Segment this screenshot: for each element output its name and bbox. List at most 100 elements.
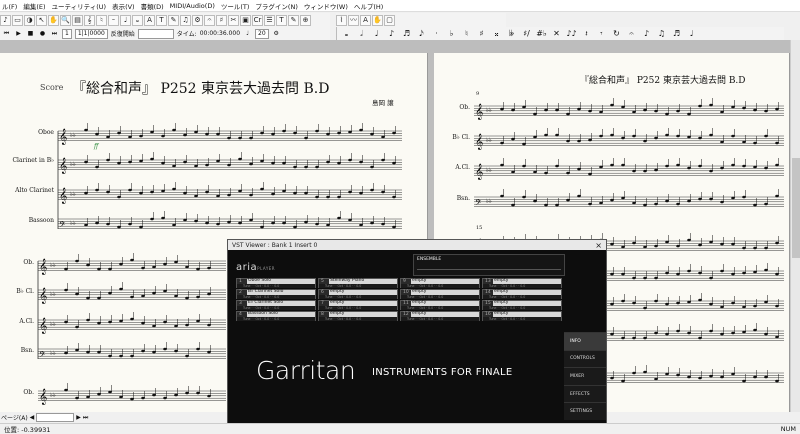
tool-icon[interactable]: ♪ <box>0 14 11 26</box>
tool-icon[interactable]: ♫ <box>180 14 191 26</box>
tempo-field[interactable]: 20 <box>255 28 269 39</box>
tool-icon[interactable]: ♪♪ <box>566 29 577 38</box>
tool-icon[interactable]: 🔍 <box>60 14 71 26</box>
tool-icon[interactable]: ⌇ <box>336 14 347 26</box>
play-button[interactable]: ▶ <box>14 29 23 38</box>
tool-icon[interactable]: 𝅘𝅥𝅯 <box>416 29 427 39</box>
tool-icon[interactable]: ↖ <box>36 14 47 26</box>
instrument-slot[interactable]: 3 E♭ Clarinet Solo Tune · · Oct · 0.0 · · … <box>236 300 316 310</box>
tool-icon[interactable]: ♬ <box>671 29 682 38</box>
tool-icon[interactable]: ♪ <box>641 29 652 38</box>
tool-icon[interactable]: ✋ <box>372 14 383 26</box>
tool-icon[interactable]: 𝄽 <box>581 29 592 39</box>
tool-icon[interactable]: 〰 <box>348 14 359 26</box>
tool-icon[interactable]: ♯ <box>476 29 487 38</box>
instrument-slot[interactable]: 6 empty Tune · · Oct · 0.0 · · 0.0 <box>318 289 398 299</box>
settings-icon[interactable]: ⚙ <box>272 29 281 38</box>
close-icon[interactable]: × <box>595 241 602 250</box>
tool-icon[interactable]: A <box>360 14 371 26</box>
tool-icon[interactable]: ♪ <box>386 29 397 38</box>
instrument-slot[interactable]: 1 Oboe Solo Tune · · Oct · 0.0 · · 0.0 <box>236 278 316 288</box>
instrument-slot[interactable]: 12 empty Tune · · Oct · 0.0 · · 0.0 <box>400 311 480 321</box>
rewind-button[interactable]: ⏮ <box>2 29 11 38</box>
tool-icon[interactable]: 𝄪 <box>491 29 502 39</box>
instrument-slot[interactable]: 14 empty Tune · · Oct · 0.0 · · 0.0 <box>482 289 562 299</box>
menu-utilities[interactable]: ユーティリティ(U) <box>52 1 107 11</box>
tool-icon[interactable]: ♩ <box>371 29 382 38</box>
tool-icon[interactable]: 𝄼 <box>108 14 119 26</box>
tool-icon[interactable]: ♮ <box>461 29 472 38</box>
tool-icon[interactable]: 𝄪 <box>132 14 143 26</box>
menu-file[interactable]: ル(F) <box>2 1 17 11</box>
tool-icon[interactable]: ♭ <box>446 29 457 38</box>
tool-icon[interactable]: ♫ <box>656 29 667 38</box>
instrument-slot[interactable]: 2 B♭ Clarinet Solo Tune · · Oct · 0.0 · · … <box>236 289 316 299</box>
instrument-slot[interactable]: 8 empty Tune · · Oct · 0.0 · · 0.0 <box>318 311 398 321</box>
instrument-slot[interactable]: 11 empty Tune · · Oct · 0.0 · · 0.0 <box>400 300 480 310</box>
tab-mixer[interactable]: MIXER <box>564 367 606 385</box>
tool-icon[interactable]: 𝄫 <box>506 29 517 39</box>
menu-help[interactable]: ヘルプ(H) <box>354 1 383 11</box>
tool-icon[interactable]: ▢ <box>384 14 395 26</box>
repeat-field[interactable] <box>137 28 174 39</box>
measure-position-field[interactable]: 1|1|0000 <box>74 28 108 39</box>
menu-edit[interactable]: 編集(E) <box>23 1 45 11</box>
tool-icon[interactable]: 𝅝 <box>341 29 352 39</box>
tool-icon[interactable]: ✕ <box>551 29 562 38</box>
instrument-slot[interactable]: 9 empty Tune · · Oct · 0.0 · · 0.0 <box>400 278 480 288</box>
tab-effects[interactable]: EFFECTS <box>564 384 606 403</box>
tool-icon[interactable]: ♯ <box>216 14 227 26</box>
tool-icon[interactable]: ⊕ <box>300 14 311 26</box>
tool-icon[interactable]: ♩ <box>686 29 697 38</box>
tool-icon[interactable]: ✎ <box>168 14 179 26</box>
menu-window[interactable]: ウィンドウ(W) <box>304 1 348 11</box>
tool-icon[interactable]: ▣ <box>240 14 251 26</box>
tool-icon[interactable]: T <box>276 14 287 26</box>
menu-tools[interactable]: ツール(T) <box>221 1 250 11</box>
tool-icon[interactable]: ♮ <box>96 14 107 26</box>
tool-icon[interactable]: ☰ <box>264 14 275 26</box>
metronome-icon[interactable]: ♩ <box>243 29 252 38</box>
prev-page-icon[interactable]: ◀ <box>30 414 35 421</box>
tool-icon[interactable]: T <box>156 14 167 26</box>
menu-view[interactable]: 表示(V) <box>112 1 135 11</box>
vst-titlebar[interactable]: VST Viewer : Bank 1 Insert 0 × <box>228 240 606 250</box>
instrument-slot[interactable]: 16 empty Tune · · Oct · 0.0 · · 0.0 <box>482 311 562 321</box>
tool-icon[interactable]: ▤ <box>72 14 83 26</box>
instrument-slot[interactable]: 10 empty Tune · · Oct · 0.0 · · 0.0 <box>400 289 480 299</box>
tool-icon[interactable]: 𝄐 <box>204 14 215 26</box>
ensemble-panel[interactable]: ENSEMBLE <box>413 254 565 276</box>
tab-controls[interactable]: CONTROLS <box>564 349 606 368</box>
instrument-slot[interactable]: 15 empty Tune · · Oct · 0.0 · · 0.0 <box>482 300 562 310</box>
last-page-icon[interactable]: ⏭ <box>83 414 88 422</box>
tool-icon[interactable]: A <box>144 14 155 26</box>
instrument-slot[interactable]: 7 empty Tune · · Oct · 0.0 · · 0.0 <box>318 300 398 310</box>
fast-forward-button[interactable]: ⏭ <box>50 29 59 38</box>
tool-icon[interactable]: 𝄾 <box>596 29 607 39</box>
tab-settings[interactable]: SETTINGS <box>564 402 606 420</box>
menu-plugins[interactable]: プラグイン(N) <box>255 1 297 11</box>
tool-icon[interactable]: ▭ <box>12 14 23 26</box>
tool-icon[interactable]: ◑ <box>24 14 35 26</box>
scrollbar-thumb[interactable] <box>792 158 800 258</box>
tab-info[interactable]: INFO <box>564 332 606 350</box>
tool-icon[interactable]: #♭ <box>536 29 547 38</box>
tool-icon[interactable]: · <box>431 29 442 38</box>
menu-midi[interactable]: MIDI/Audio(D) <box>170 2 215 10</box>
record-button[interactable]: ● <box>38 29 47 38</box>
vertical-scrollbar[interactable] <box>790 40 800 412</box>
next-page-icon[interactable]: ▶ <box>76 414 81 421</box>
stop-button[interactable]: ■ <box>26 29 35 38</box>
menu-document[interactable]: 書類(D) <box>141 1 164 11</box>
tool-icon[interactable]: Cr <box>252 14 263 26</box>
tool-icon[interactable]: 𝅗𝅥 <box>356 29 367 39</box>
page-number-field[interactable] <box>36 413 75 422</box>
tool-icon[interactable]: ♩ <box>120 14 131 26</box>
tool-icon[interactable]: 𝄞 <box>84 14 95 26</box>
tool-icon[interactable]: ✋ <box>48 14 59 26</box>
tool-icon[interactable]: ⚙ <box>192 14 203 26</box>
tool-icon[interactable]: ✎ <box>288 14 299 26</box>
tool-icon[interactable]: ♬ <box>401 29 412 38</box>
instrument-slot[interactable]: 5 Steinway Piano Tune · · Oct · 0.0 · · 0.… <box>318 278 398 288</box>
tool-icon[interactable]: ✂ <box>228 14 239 26</box>
